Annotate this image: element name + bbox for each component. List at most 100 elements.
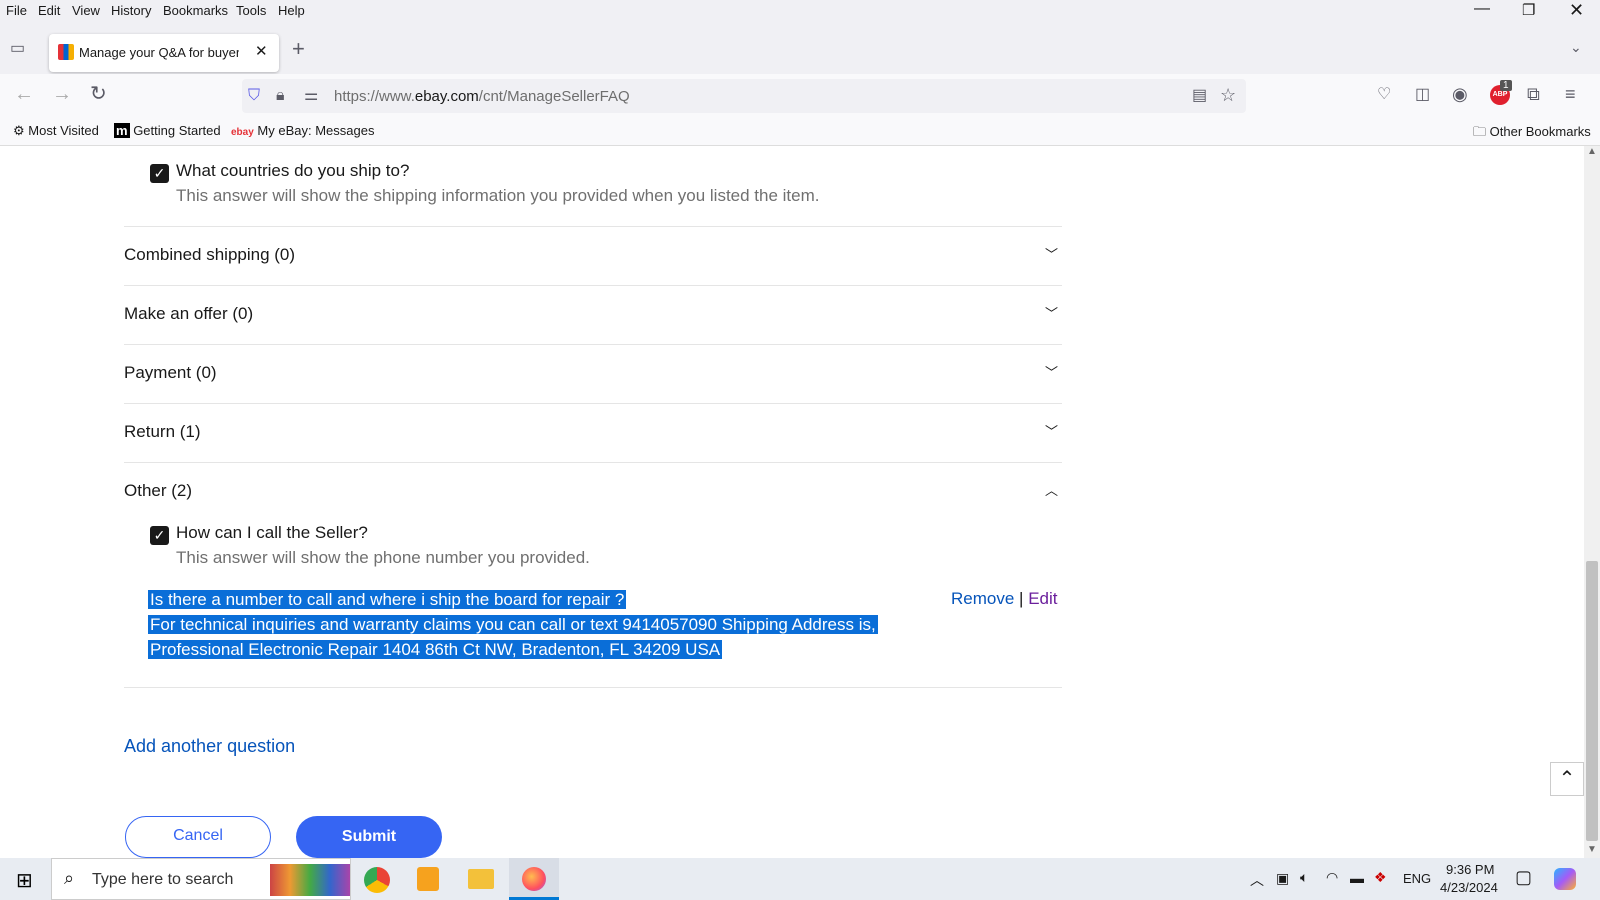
section-other[interactable]: Other (2) ︿: [124, 462, 1062, 521]
url-bar[interactable]: ⛉ 🔒︎ ⚌ https://www.ebay.com/cnt/ManageSe…: [242, 79, 1246, 113]
bookmark-star-icon[interactable]: ☆: [1220, 85, 1236, 105]
books-widget-icon[interactable]: [270, 864, 350, 896]
tab-active[interactable]: Manage your Q&A for buyers | eBay ✕: [49, 34, 279, 72]
wifi-icon[interactable]: ◠: [1326, 869, 1338, 886]
cancel-button[interactable]: Cancel: [125, 816, 271, 858]
tab-strip: ▭ Manage your Q&A for buyers | eBay ✕ + …: [0, 22, 1600, 74]
forward-button[interactable]: →: [52, 84, 72, 104]
reload-button[interactable]: ↻: [90, 84, 107, 104]
account-icon[interactable]: ◉: [1452, 84, 1468, 104]
sidebar-icon[interactable]: ◫: [1415, 85, 1430, 105]
nav-bar: ← → ↻ ⛉ 🔒︎ ⚌ https://www.ebay.com/cnt/Ma…: [0, 74, 1600, 118]
section-label: Payment (0): [124, 363, 217, 382]
bookmark-getting-started[interactable]: m Getting Started: [114, 123, 221, 138]
copilot-icon[interactable]: [1554, 868, 1576, 890]
chevron-up-icon: ︿: [1044, 483, 1058, 498]
show-hidden-icons-chevron-icon[interactable]: ︿: [1250, 870, 1264, 890]
separator: |: [1019, 589, 1024, 608]
call-seller-checkbox[interactable]: ✓: [150, 526, 169, 545]
clock-date[interactable]: 4/23/2024: [1440, 880, 1498, 895]
url-path: /cnt/ManageSellerFAQ: [478, 88, 630, 105]
shipping-question-desc: This answer will show the shipping infor…: [176, 186, 820, 205]
tab-title: Manage your Q&A for buyers | eBay: [79, 45, 239, 60]
app-menu-icon[interactable]: ≡: [1565, 84, 1576, 104]
clock-time[interactable]: 9:36 PM: [1446, 862, 1494, 877]
scrollbar-thumb[interactable]: [1586, 561, 1598, 841]
permissions-icon[interactable]: ⚌: [304, 86, 318, 106]
taskbar: ⊞ ⌕ Type here to search ︿ ▣ 🔈︎ ◠ ▬ ❖ ENG…: [0, 858, 1600, 900]
volume-icon[interactable]: 🔈︎: [1300, 869, 1308, 886]
device-icon[interactable]: ▣: [1276, 870, 1289, 887]
section-label: Other (2): [124, 481, 193, 500]
call-seller-desc: This answer will show the phone number y…: [176, 548, 590, 567]
custom-qa: Is there a number to call and where i sh…: [148, 588, 878, 661]
ebay-icon: ebay: [231, 127, 254, 138]
restore-button[interactable]: ❐: [1522, 1, 1535, 19]
bookmark-my-ebay[interactable]: ebay My eBay: Messages: [231, 123, 374, 138]
chrome-icon[interactable]: [364, 867, 390, 893]
notifications-icon[interactable]: ▢: [1515, 867, 1532, 888]
menu-tools[interactable]: Tools: [236, 3, 266, 18]
menu-help[interactable]: Help: [278, 3, 305, 18]
submit-button[interactable]: Submit: [296, 816, 442, 858]
firefox-icon: [522, 867, 546, 891]
menu-edit[interactable]: Edit: [38, 3, 60, 18]
chevron-down-icon: ﹀: [1044, 424, 1058, 439]
minimize-button[interactable]: —: [1474, 0, 1490, 18]
chevron-down-icon: ﹀: [1044, 306, 1058, 321]
menu-history[interactable]: History: [111, 3, 151, 18]
bookmark-most-visited[interactable]: ⚙ Most Visited: [13, 123, 99, 139]
scroll-up-icon[interactable]: ▲: [1587, 146, 1597, 157]
language-indicator[interactable]: ENG: [1403, 871, 1431, 886]
tab-overview-icon[interactable]: ▭: [10, 39, 25, 59]
menu-file[interactable]: File: [6, 3, 27, 18]
menu-bookmarks[interactable]: Bookmarks: [163, 3, 228, 18]
custom-answer-line2: Professional Electronic Repair 1404 86th…: [148, 640, 723, 659]
firefox-taskbar-button[interactable]: [509, 858, 559, 900]
section-make-an-offer[interactable]: Make an offer (0) ﹀: [124, 285, 1062, 344]
bookmark-label: Getting Started: [133, 123, 221, 138]
adblock-badge: 1: [1500, 80, 1512, 91]
back-to-top-button[interactable]: ⌃: [1550, 762, 1584, 796]
battery-icon[interactable]: ▬: [1350, 870, 1364, 886]
section-label: Combined shipping (0): [124, 245, 296, 264]
bookmark-label: My eBay: Messages: [257, 123, 375, 138]
other-bookmarks-label: Other Bookmarks: [1489, 124, 1591, 139]
windows-start-icon[interactable]: ⊞: [16, 868, 33, 893]
other-bookmarks[interactable]: 🗀 Other Bookmarks: [1473, 123, 1591, 145]
section-return[interactable]: Return (1) ﹀: [124, 403, 1062, 462]
remove-link[interactable]: Remove: [951, 589, 1014, 608]
bookmark-label: Most Visited: [28, 123, 99, 138]
extensions-icon[interactable]: ⧉: [1527, 84, 1540, 104]
back-button[interactable]: ←: [14, 84, 34, 104]
url-text[interactable]: https://www.ebay.com/cnt/ManageSellerFAQ: [334, 88, 630, 105]
divider: [124, 687, 1062, 688]
ebay-favicon-icon: [58, 44, 74, 60]
lock-icon[interactable]: 🔒︎: [276, 86, 285, 106]
dropbox-icon[interactable]: ❖: [1374, 869, 1387, 886]
qa-actions: Remove | Edit: [951, 589, 1058, 609]
bookmarks-toolbar: ⚙ Most Visited m Getting Started ebay My…: [0, 118, 1600, 146]
new-tab-button[interactable]: +: [292, 36, 305, 62]
shipping-question-checkbox[interactable]: ✓: [150, 164, 169, 183]
pocket-icon[interactable]: ♡: [1377, 85, 1391, 105]
scroll-down-icon[interactable]: ▼: [1587, 844, 1597, 855]
folder-icon: 🗀: [1473, 124, 1487, 139]
tab-close-icon[interactable]: ✕: [255, 42, 268, 60]
list-tabs-chevron-icon[interactable]: ⌄: [1570, 39, 1582, 56]
reader-view-icon[interactable]: ▤: [1192, 86, 1207, 106]
scrollbar[interactable]: ▲ ▼: [1584, 146, 1600, 858]
menu-bar: File Edit View History Bookmarks Tools H…: [0, 0, 1600, 22]
shield-icon[interactable]: ⛉: [248, 86, 260, 106]
section-combined-shipping[interactable]: Combined shipping (0) ﹀: [124, 226, 1062, 285]
section-label: Return (1): [124, 422, 201, 441]
menu-view[interactable]: View: [72, 3, 100, 18]
media-player-icon[interactable]: [417, 867, 439, 891]
section-label: Make an offer (0): [124, 304, 254, 323]
edit-link[interactable]: Edit: [1028, 589, 1057, 608]
close-window-button[interactable]: ✕: [1569, 0, 1584, 21]
file-explorer-icon[interactable]: [468, 869, 494, 889]
section-payment[interactable]: Payment (0) ﹀: [124, 344, 1062, 403]
add-another-question-link[interactable]: Add another question: [124, 736, 295, 757]
gear-icon: ⚙: [13, 123, 25, 138]
